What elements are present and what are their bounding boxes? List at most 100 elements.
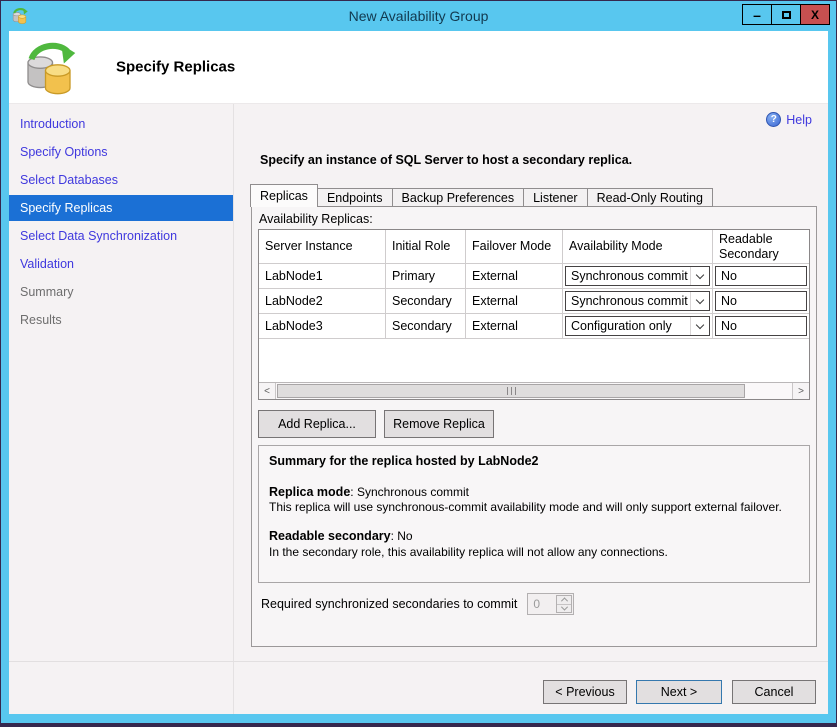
- next-button[interactable]: Next >: [636, 680, 722, 704]
- tab-listener[interactable]: Listener: [523, 188, 587, 207]
- availability-mode-cell: Synchronous commit: [563, 289, 713, 314]
- replica-mode-description: This replica will use synchronous-commit…: [269, 500, 799, 515]
- help-link[interactable]: ? Help: [766, 112, 812, 127]
- cancel-button[interactable]: Cancel: [732, 680, 816, 704]
- window-title: New Availability Group: [1, 8, 836, 24]
- grid-empty-area: [259, 339, 809, 382]
- stepper-buttons[interactable]: [556, 595, 572, 613]
- readable-secondary-value: No: [721, 319, 737, 333]
- scroll-left-icon[interactable]: <: [259, 383, 276, 399]
- sidebar-item-summary: Summary: [9, 279, 233, 305]
- tab-backup-preferences[interactable]: Backup Preferences: [392, 188, 525, 207]
- title-bar[interactable]: New Availability Group – X: [1, 1, 836, 31]
- chevron-down-icon: [696, 270, 704, 278]
- previous-button[interactable]: < Previous: [543, 680, 627, 704]
- required-secondaries-value: 0: [533, 597, 540, 611]
- close-icon: X: [811, 8, 819, 22]
- help-icon: ?: [766, 112, 781, 127]
- maximize-icon: [782, 11, 791, 19]
- table-row[interactable]: LabNode3 Secondary External Configuratio…: [259, 314, 809, 339]
- initial-role-cell: Secondary: [386, 289, 466, 314]
- grid-header-row: Server Instance Initial Role Failover Mo…: [259, 230, 809, 264]
- availability-mode-cell: Configuration only: [563, 314, 713, 339]
- sidebar-item-select-databases[interactable]: Select Databases: [9, 167, 233, 193]
- tab-endpoints[interactable]: Endpoints: [317, 188, 393, 207]
- scrollbar-thumb[interactable]: [277, 384, 745, 398]
- initial-role-cell: Primary: [386, 264, 466, 289]
- horizontal-scrollbar[interactable]: < >: [259, 382, 809, 399]
- required-secondaries-label: Required synchronized secondaries to com…: [261, 597, 517, 611]
- initial-role-cell: Secondary: [386, 314, 466, 339]
- readable-secondary-dropdown[interactable]: No: [715, 291, 807, 311]
- chevron-down-icon: [696, 295, 704, 303]
- readable-secondary-dropdown[interactable]: No: [715, 266, 807, 286]
- column-header-initial-role[interactable]: Initial Role: [386, 230, 466, 264]
- wizard-footer: < Previous Next > Cancel: [9, 661, 828, 714]
- sidebar-item-results: Results: [9, 307, 233, 333]
- scrollbar-grip-icon: [507, 387, 516, 395]
- column-header-server-instance[interactable]: Server Instance: [259, 230, 386, 264]
- tab-replicas[interactable]: Replicas: [250, 184, 318, 207]
- dialog-body: Specify Replicas Introduction Specify Op…: [9, 31, 828, 714]
- availability-replicas-grid: Server Instance Initial Role Failover Mo…: [258, 229, 810, 400]
- readable-secondary-cell: No: [713, 264, 809, 289]
- replicas-tab-panel: Availability Replicas: Server Instance I…: [251, 206, 817, 647]
- readable-secondary-value: No: [721, 294, 737, 308]
- column-header-failover-mode[interactable]: Failover Mode: [466, 230, 563, 264]
- replica-summary-box: Summary for the replica hosted by LabNod…: [258, 445, 810, 583]
- sidebar-item-validation[interactable]: Validation: [9, 251, 233, 277]
- availability-mode-value: Configuration only: [571, 319, 672, 333]
- availability-mode-dropdown[interactable]: Synchronous commit: [565, 266, 710, 286]
- availability-mode-dropdown[interactable]: Synchronous commit: [565, 291, 710, 311]
- page-title: Specify Replicas: [116, 59, 235, 76]
- minimize-icon: –: [753, 11, 761, 19]
- column-header-availability-mode[interactable]: Availability Mode: [563, 230, 713, 264]
- wizard-step-list: Introduction Specify Options Select Data…: [9, 104, 234, 661]
- add-replica-button[interactable]: Add Replica...: [258, 410, 376, 438]
- minimize-button[interactable]: –: [742, 4, 772, 25]
- replica-mode-line: Replica mode: Synchronous commit: [269, 485, 799, 501]
- server-instance-cell: LabNode1: [259, 264, 386, 289]
- failover-mode-cell: External: [466, 289, 563, 314]
- server-instance-cell: LabNode3: [259, 314, 386, 339]
- dropdown-button[interactable]: [690, 292, 709, 310]
- wizard-main-pane: ? Help Specify an instance of SQL Server…: [234, 104, 828, 661]
- new-availability-group-window: New Availability Group – X S: [0, 0, 837, 727]
- chevron-down-icon: [696, 320, 704, 328]
- chevron-down-icon: [561, 603, 568, 610]
- column-header-readable-secondary[interactable]: Readable Secondary: [713, 230, 809, 264]
- readable-secondary-cell: No: [713, 314, 809, 339]
- server-instance-cell: LabNode2: [259, 289, 386, 314]
- failover-mode-cell: External: [466, 264, 563, 289]
- required-secondaries-row: Required synchronized secondaries to com…: [261, 593, 574, 615]
- availability-group-icon: [11, 7, 28, 24]
- table-row[interactable]: LabNode1 Primary External Synchronous co…: [259, 264, 809, 289]
- sidebar-item-specify-options[interactable]: Specify Options: [9, 139, 233, 165]
- table-row[interactable]: LabNode2 Secondary External Synchronous …: [259, 289, 809, 314]
- tab-read-only-routing[interactable]: Read-Only Routing: [587, 188, 713, 207]
- remove-replica-button[interactable]: Remove Replica: [384, 410, 494, 438]
- availability-mode-dropdown[interactable]: Configuration only: [565, 316, 710, 336]
- maximize-button[interactable]: [771, 4, 801, 25]
- availability-replicas-label: Availability Replicas:: [259, 212, 373, 226]
- instruction-text: Specify an instance of SQL Server to hos…: [260, 153, 632, 167]
- readable-secondary-dropdown[interactable]: No: [715, 316, 807, 336]
- close-button[interactable]: X: [800, 4, 830, 25]
- spin-down-button[interactable]: [557, 605, 571, 613]
- sidebar-item-select-data-synchronization[interactable]: Select Data Synchronization: [9, 223, 233, 249]
- window-border: [1, 723, 836, 726]
- sidebar-item-introduction[interactable]: Introduction: [9, 111, 233, 137]
- scroll-right-icon[interactable]: >: [792, 383, 809, 399]
- availability-mode-value: Synchronous commit: [571, 269, 688, 283]
- required-secondaries-stepper[interactable]: 0: [527, 593, 574, 615]
- sidebar-item-specify-replicas[interactable]: Specify Replicas: [9, 195, 233, 221]
- dropdown-button[interactable]: [690, 317, 709, 335]
- failover-mode-cell: External: [466, 314, 563, 339]
- summary-title: Summary for the replica hosted by LabNod…: [269, 454, 799, 470]
- readable-secondary-value: No: [721, 269, 737, 283]
- availability-mode-cell: Synchronous commit: [563, 264, 713, 289]
- availability-mode-value: Synchronous commit: [571, 294, 688, 308]
- readable-secondary-description: In the secondary role, this availability…: [269, 545, 799, 560]
- dropdown-button[interactable]: [690, 267, 709, 285]
- footer-sidebar-spacer: [9, 662, 234, 714]
